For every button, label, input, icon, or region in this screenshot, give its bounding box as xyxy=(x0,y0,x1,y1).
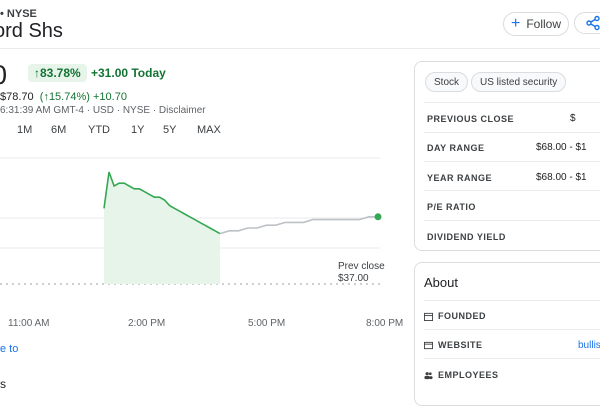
x-axis-label: 8:00 PM xyxy=(366,318,404,329)
last-price-dot xyxy=(374,213,382,221)
change-percent-badge: ↑ 83.78% xyxy=(28,64,87,82)
after-hours-line: $78.70 (↑15.74%) +10.70 xyxy=(0,91,127,103)
x-axis-label: 11:00 AM xyxy=(8,318,50,329)
website-link[interactable]: bullis xyxy=(578,340,600,351)
after-hours-change: +10.70 xyxy=(92,91,127,103)
header-divider xyxy=(0,48,600,49)
divider xyxy=(424,132,600,133)
stat-label-dividend-yield: DIVIDEND YIELD xyxy=(427,232,506,242)
prev-close-annotation: Prev close $37.00 xyxy=(338,261,385,285)
about-title: About xyxy=(424,275,458,290)
range-tabs: 1M 6M YTD 1Y 5Y MAX xyxy=(17,124,221,136)
exchange-label: • NYSE xyxy=(0,8,37,20)
prev-close-value: $37.00 xyxy=(338,273,369,284)
follow-button[interactable]: + Follow xyxy=(503,12,569,36)
chip-stock[interactable]: Stock xyxy=(425,72,469,92)
stat-value-prev-close: $ xyxy=(570,113,576,124)
range-tab-ytd[interactable]: YTD xyxy=(88,124,131,136)
stat-value-year-range: $68.00 - $1 xyxy=(536,172,587,183)
stat-value-day-range: $68.00 - $1 xyxy=(536,142,587,153)
range-tab-6m[interactable]: 6M xyxy=(51,124,88,136)
change-today: +31.00 Today xyxy=(91,66,166,80)
divider xyxy=(424,358,600,359)
stat-label-pe-ratio: P/E RATIO xyxy=(427,202,476,212)
divider xyxy=(424,102,600,103)
about-label-website: WEBSITE xyxy=(438,340,483,350)
stat-label-day-range: DAY RANGE xyxy=(427,143,485,153)
divider xyxy=(424,190,600,191)
x-axis-label: 5:00 PM xyxy=(248,318,286,329)
about-label-employees: EMPLOYEES xyxy=(438,370,499,380)
change-percent: 83.78% xyxy=(40,66,81,80)
people-icon xyxy=(424,371,433,379)
range-tab-1m[interactable]: 1M xyxy=(17,124,51,136)
plus-icon: + xyxy=(510,15,521,32)
current-price: 0 xyxy=(0,60,7,91)
range-tab-max[interactable]: MAX xyxy=(197,124,221,136)
website-icon xyxy=(424,341,433,349)
divider xyxy=(424,329,600,330)
price-chart[interactable] xyxy=(0,150,400,310)
divider xyxy=(424,161,600,162)
follow-label: Follow xyxy=(526,17,562,31)
share-button[interactable] xyxy=(574,12,600,34)
about-row-founded: FOUNDED xyxy=(424,311,486,321)
regular-session-fill xyxy=(104,172,220,284)
share-icon xyxy=(586,15,600,31)
divider xyxy=(424,300,600,301)
about-row-website: WEBSITE xyxy=(424,340,483,350)
after-hours-percent: (↑15.74%) xyxy=(39,91,90,103)
stat-label-year-range: YEAR RANGE xyxy=(427,173,493,183)
section-heading: s xyxy=(0,377,6,391)
range-tab-1y[interactable]: 1Y xyxy=(131,124,163,136)
about-label-founded: FOUNDED xyxy=(438,311,486,321)
range-tab-5y[interactable]: 5Y xyxy=(163,124,197,136)
x-axis-label: 2:00 PM xyxy=(128,318,166,329)
divider xyxy=(424,220,600,221)
about-row-employees: EMPLOYEES xyxy=(424,370,499,380)
quote-meta: 6:31:39 AM GMT-4 · USD · NYSE · Disclaim… xyxy=(0,105,206,116)
stat-label-prev-close: PREVIOUS CLOSE xyxy=(427,114,515,124)
after-hours-line-series xyxy=(219,216,378,235)
chip-us-listed[interactable]: US listed security xyxy=(471,72,567,92)
after-hours-price: $78.70 xyxy=(0,91,34,103)
prev-close-label: Prev close xyxy=(338,261,385,272)
calendar-icon xyxy=(424,312,433,321)
compare-link[interactable]: e to xyxy=(0,343,18,355)
company-name: ord Shs xyxy=(0,20,63,42)
